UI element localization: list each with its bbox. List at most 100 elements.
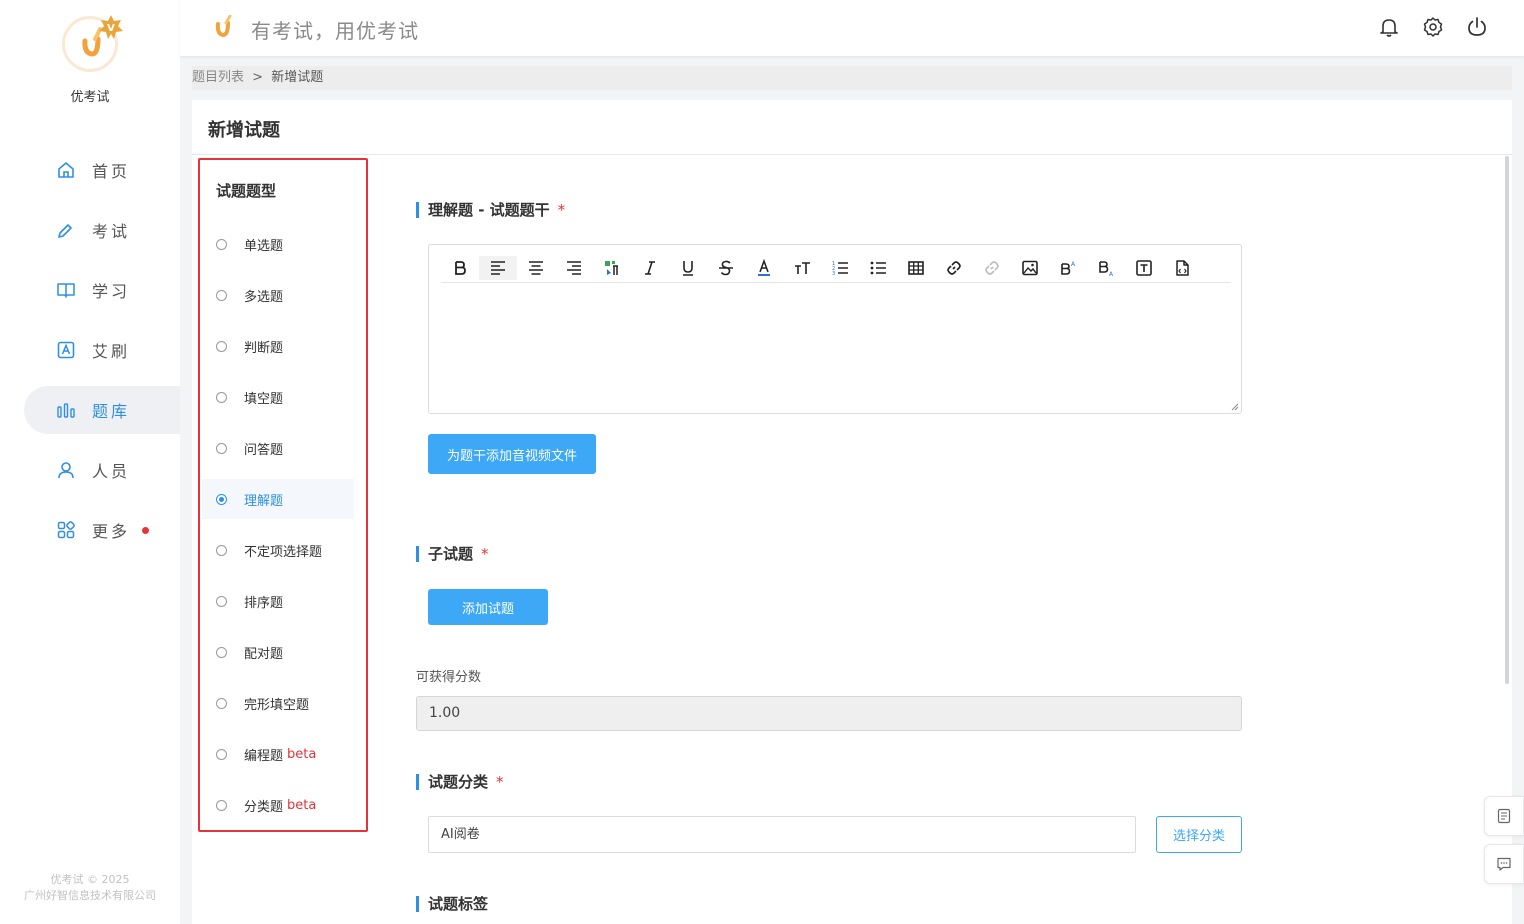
brand-name: 优考试	[70, 90, 110, 105]
type-option-indefinite-choice[interactable]: 不定项选择题	[202, 530, 354, 570]
align-left-button[interactable]	[479, 255, 517, 280]
breadcrumb-link-question-list[interactable]: 题目列表	[192, 70, 244, 85]
category-title-text: 试题分类	[428, 773, 489, 791]
type-option-fill-blank[interactable]: 填空题	[202, 377, 354, 417]
copyright: 优考试 © 2025 广州好智信息技术有限公司	[0, 872, 180, 904]
subscript-icon: A	[1099, 260, 1114, 277]
nav-item-question-bank[interactable]: 题库	[24, 386, 180, 434]
align-center-icon	[529, 260, 543, 275]
strikethrough-button[interactable]	[707, 256, 745, 280]
unordered-list-button[interactable]	[859, 256, 897, 280]
required-mark: *	[481, 545, 489, 563]
radio-button[interactable]	[216, 595, 227, 607]
text-box-button[interactable]	[1125, 256, 1163, 280]
company-name: 广州好智信息技术有限公司	[24, 889, 156, 902]
svg-text:V: V	[107, 23, 115, 34]
nav-item-aishua[interactable]: 艾刷	[0, 326, 180, 374]
unlink-button[interactable]	[973, 256, 1011, 280]
format-painter-icon	[605, 260, 618, 275]
nav-item-study[interactable]: 学习	[0, 266, 180, 314]
breadcrumb-separator: >	[252, 70, 264, 85]
bar-chart-icon	[57, 403, 75, 418]
unordered-list-icon	[870, 261, 886, 274]
resize-handle-icon[interactable]	[1231, 403, 1239, 411]
vertical-scrollbar[interactable]	[1505, 156, 1509, 684]
category-input[interactable]: AI阅卷	[428, 816, 1136, 853]
editor-content-area[interactable]	[441, 287, 1231, 407]
breadcrumb-current: 新增试题	[271, 70, 324, 85]
sub-questions-section-title: 子试题 *	[416, 546, 489, 562]
bell-icon[interactable]	[1378, 16, 1400, 38]
type-label: 理解题	[244, 493, 284, 509]
underline-icon	[683, 260, 693, 276]
type-option-classification[interactable]: 分类题 beta	[202, 785, 354, 825]
type-option-programming[interactable]: 编程题 beta	[202, 734, 354, 774]
html-source-button[interactable]	[1163, 256, 1201, 280]
table-button[interactable]	[897, 256, 935, 280]
type-option-single-choice[interactable]: 单选题	[202, 224, 354, 264]
subscript-button[interactable]: A	[1087, 256, 1125, 280]
gear-icon[interactable]	[1422, 16, 1444, 38]
radio-button[interactable]	[216, 442, 227, 454]
radio-button[interactable]	[216, 544, 227, 556]
copyright-line: 优考试 © 2025	[50, 873, 130, 886]
type-label: 完形填空题	[244, 697, 310, 713]
notes-float-button[interactable]	[1484, 796, 1524, 836]
type-option-cloze[interactable]: 完形填空题	[202, 683, 354, 723]
underline-button[interactable]	[669, 256, 707, 280]
font-size-button[interactable]	[783, 256, 821, 280]
link-button[interactable]	[935, 256, 973, 280]
radio-button[interactable]	[216, 391, 227, 403]
radio-button[interactable]	[216, 289, 227, 301]
radio-button[interactable]	[216, 697, 227, 709]
font-color-button[interactable]	[745, 256, 783, 280]
nav-item-exam[interactable]: 考试	[0, 206, 180, 254]
radio-button[interactable]	[216, 238, 227, 250]
nav-label: 首页	[92, 162, 131, 181]
bold-button[interactable]	[441, 256, 479, 280]
add-media-button[interactable]: 为题干添加音视频文件	[428, 434, 596, 474]
radio-button[interactable]	[216, 340, 227, 352]
nav-item-people[interactable]: 人员	[0, 446, 180, 494]
superscript-icon: A	[1061, 261, 1076, 275]
strikethrough-icon	[719, 260, 733, 275]
text-box-icon	[1136, 259, 1152, 276]
type-option-matching[interactable]: 配对题	[202, 632, 354, 672]
format-painter-button[interactable]	[593, 256, 631, 280]
ordered-list-button[interactable]: 123	[821, 256, 859, 280]
italic-icon	[645, 260, 655, 275]
type-label: 排序题	[244, 595, 284, 611]
radio-button[interactable]	[216, 748, 227, 760]
radio-button-selected[interactable]	[216, 493, 227, 505]
superscript-button[interactable]: A	[1049, 256, 1087, 280]
add-question-button[interactable]: 添加试题	[428, 589, 548, 625]
type-label: 多选题	[244, 289, 284, 305]
align-left-icon	[491, 260, 505, 275]
type-option-true-false[interactable]: 判断题	[202, 326, 354, 366]
align-right-button[interactable]	[555, 256, 593, 280]
type-option-ordering[interactable]: 排序题	[202, 581, 354, 621]
font-color-icon	[758, 258, 770, 276]
page-title: 新增试题	[208, 120, 280, 141]
type-option-comprehension[interactable]: 理解题	[202, 479, 354, 519]
user-icon	[58, 462, 74, 479]
chat-icon	[1497, 857, 1511, 871]
power-icon[interactable]	[1466, 16, 1488, 38]
type-option-multiple-choice[interactable]: 多选题	[202, 275, 354, 315]
notification-dot	[142, 526, 150, 534]
nav-label: 考试	[92, 222, 131, 241]
chat-float-button[interactable]	[1484, 844, 1524, 884]
category-section-title: 试题分类 *	[416, 774, 504, 790]
italic-button[interactable]	[631, 256, 669, 280]
nav-item-home[interactable]: 首页	[0, 146, 180, 194]
image-button[interactable]	[1011, 256, 1049, 280]
radio-button[interactable]	[216, 646, 227, 658]
radio-button[interactable]	[216, 799, 227, 811]
nav-label: 人员	[92, 462, 131, 481]
align-center-button[interactable]	[517, 256, 555, 280]
beta-tag: beta	[287, 746, 317, 762]
breadcrumb: 题目列表 > 新增试题	[192, 66, 1512, 90]
type-option-essay[interactable]: 问答题	[202, 428, 354, 468]
nav-item-more[interactable]: 更多	[0, 506, 180, 554]
select-category-button[interactable]: 选择分类	[1156, 816, 1242, 853]
